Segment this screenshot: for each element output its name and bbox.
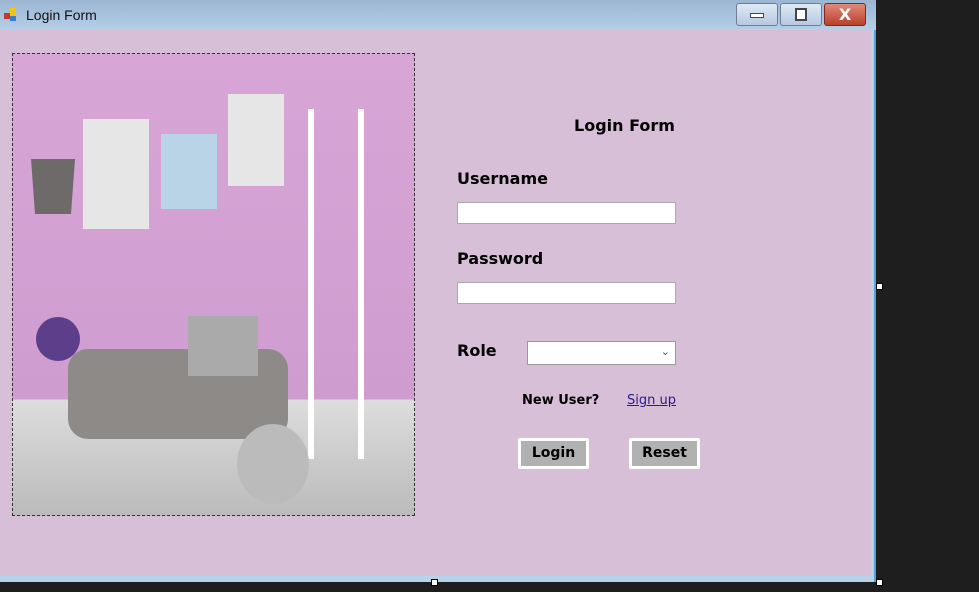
room-illustration [31,94,364,504]
window-title: Login Form [26,7,97,23]
reset-button[interactable]: Reset [629,438,700,469]
role-dropdown[interactable]: ⌄ [527,341,676,365]
login-window: Login Form X Login Form Username Passwor… [0,0,876,582]
login-button[interactable]: Login [518,438,589,469]
form-heading: Login Form [574,116,675,135]
resize-handle-corner[interactable] [876,579,883,586]
resize-handle-right[interactable] [876,283,883,290]
signup-link[interactable]: Sign up [627,393,676,408]
maximize-icon [795,8,807,21]
form-client-area: Login Form Username Password Role ⌄ New … [0,30,871,576]
role-label: Role [457,341,497,360]
app-icon [4,8,16,21]
title-bar[interactable]: Login Form X [0,0,876,30]
username-label: Username [457,169,548,188]
password-label: Password [457,249,544,268]
chevron-down-icon: ⌄ [660,345,670,358]
new-user-label: New User? [522,393,600,408]
maximize-button[interactable] [780,3,822,26]
username-input[interactable] [457,202,676,224]
room-picture [12,53,415,516]
minimize-icon [750,13,764,18]
password-input[interactable] [457,282,676,304]
minimize-button[interactable] [736,3,778,26]
close-icon: X [838,5,852,24]
resize-handle-bottom[interactable] [431,579,438,586]
close-button[interactable]: X [824,3,866,26]
